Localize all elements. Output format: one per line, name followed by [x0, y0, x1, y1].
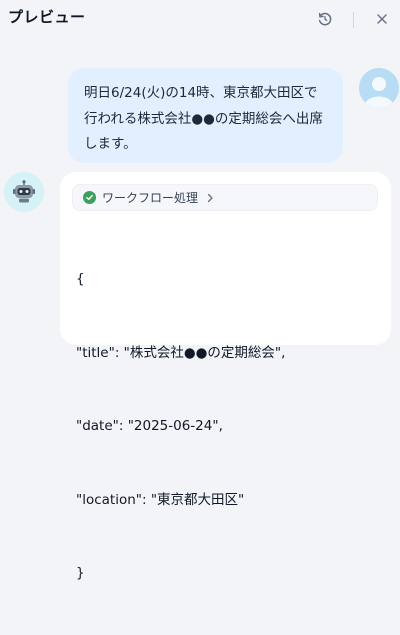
preview-header: プレビュー [0, 0, 400, 38]
workflow-process-toggle[interactable]: ワークフロー処理 [72, 184, 378, 211]
refresh-button[interactable] [315, 9, 335, 29]
workflow-label: ワークフロー処理 [102, 191, 199, 205]
json-line: } [76, 565, 85, 581]
bot-reply-card: ワークフロー処理 { "title": "株式会社●●の定期総会", "date… [60, 172, 391, 581]
user-message-bubble: 明日6/24(火)の14時、東京都大田区で行われる株式会社●●の定期総会へ出席し… [68, 68, 343, 163]
refresh-icon [318, 12, 332, 26]
chevron-right-icon [207, 193, 213, 202]
user-avatar-icon [359, 68, 399, 108]
close-icon [377, 14, 387, 24]
header-divider [353, 12, 354, 28]
json-line: "date": "2025-06-24", [76, 418, 223, 434]
json-line: "location": "東京都大田区" [76, 491, 245, 508]
json-line: { [76, 271, 85, 287]
robot-icon [4, 172, 44, 212]
json-output: { "title": "株式会社●●の定期総会", "date": "2025-… [76, 218, 379, 635]
page-title: プレビュー [8, 8, 86, 26]
close-button[interactable] [372, 9, 392, 29]
check-circle-icon [83, 191, 96, 204]
json-line: "title": "株式会社●●の定期総会", [76, 344, 286, 361]
